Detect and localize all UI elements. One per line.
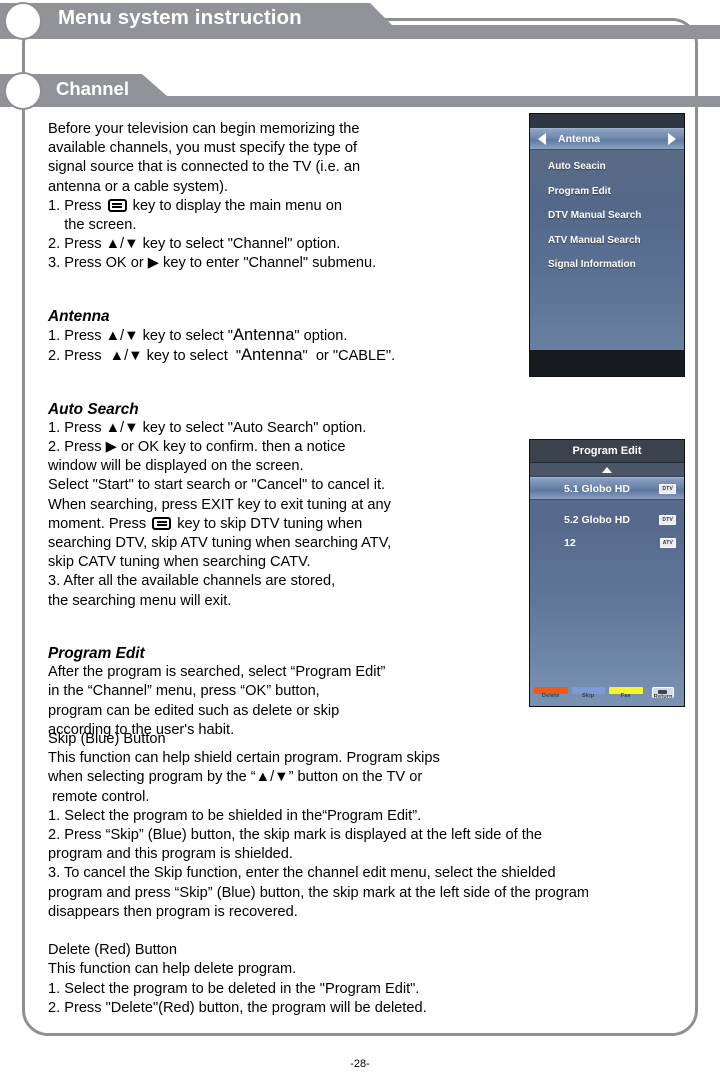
program-edit-paragraph: After the program is searched, select “P… [48, 664, 386, 738]
osd-antenna-menu: Antenna Auto Seacin Program Edit DTV Man… [529, 113, 685, 377]
up-arrow-icon [602, 466, 612, 473]
color-button-label: Fav [620, 693, 631, 699]
osd-program-edit: Program Edit 5.1 Globo HD DTV 5.2 Globo … [529, 439, 685, 707]
antenna-step-2a: 2. Press ▲/▼ key to select " [48, 348, 242, 365]
osd-channel-row[interactable]: 12 ATV [530, 531, 684, 554]
channel-type-badge: DTV [659, 514, 676, 525]
color-button-label: Return [653, 694, 673, 700]
color-button-label: Delete [541, 693, 560, 699]
menu-key-icon [107, 198, 127, 212]
auto-search-step-1: 1. Press ▲/▼ key to select "Auto Search"… [48, 419, 367, 436]
osd-item-dtv-manual-search[interactable]: DTV Manual Search [548, 209, 684, 234]
left-arrow-icon[interactable] [538, 133, 546, 145]
color-button-fav[interactable]: Fav [609, 687, 643, 703]
osd-item-signal-information[interactable]: Signal Information [548, 258, 684, 283]
antenna-step-2c: " or "CABLE". [302, 348, 396, 365]
step-1-prefix: 1. Press [48, 197, 106, 214]
osd-scroll-up-indicator[interactable] [530, 463, 684, 477]
channel-type-badge: DTV [659, 483, 676, 494]
section-title: Channel [56, 78, 129, 99]
spine-circle-top [4, 2, 42, 40]
antenna-step-1b: Antenna [232, 326, 295, 345]
row-spacer [530, 500, 684, 508]
page-title: Menu system instruction [58, 6, 302, 29]
channel-name: 5.2 Globo HD [564, 513, 630, 526]
intro-paragraph: Before your television can begin memoriz… [48, 121, 361, 195]
osd-item-atv-manual-search[interactable]: ATV Manual Search [548, 234, 684, 259]
color-button-return[interactable]: Return [647, 687, 681, 703]
osd-selected-row-antenna[interactable]: Antenna [530, 128, 684, 150]
osd-program-edit-title: Program Edit [530, 440, 684, 463]
page-number: -28- [350, 1058, 370, 1070]
color-button-skip[interactable]: Skip [571, 687, 605, 703]
auto-search-heading: Auto Search [48, 400, 139, 418]
osd-item-auto-scan[interactable]: Auto Seacin [548, 160, 684, 185]
antenna-step-2b: Antenna [241, 346, 303, 365]
step-3: 3. Press OK or ▶ key to enter "Channel" … [48, 255, 377, 272]
auto-search-step-3: 3. After all the available channels are … [48, 573, 336, 609]
channel-name: 12 [564, 536, 576, 549]
osd-menu-items: Auto Seacin Program Edit DTV Manual Sear… [530, 150, 684, 283]
instruction-text-column: Before your television can begin memoriz… [48, 120, 518, 740]
channel-name: 5.1 Globo HD [564, 482, 630, 495]
step-2: 2. Press ▲/▼ key to select "Channel" opt… [48, 236, 341, 253]
osd-top-strip [530, 114, 684, 128]
menu-key-icon-2 [152, 516, 172, 530]
color-button-delete[interactable]: Delete [534, 687, 568, 703]
osd-item-program-edit[interactable]: Program Edit [548, 185, 684, 210]
osd-channel-row-selected[interactable]: 5.1 Globo HD DTV [530, 477, 684, 500]
skip-delete-text-block: Skip (Blue) Button This function can hel… [48, 731, 590, 1016]
osd-color-button-bar: Delete Skip Fav Return [530, 684, 684, 706]
osd-selected-label: Antenna [558, 133, 600, 145]
color-button-label: Skip [582, 693, 595, 699]
osd-bottom-strip [530, 350, 684, 376]
antenna-step-1c: " option. [294, 328, 348, 345]
program-edit-heading: Program Edit [48, 645, 145, 663]
osd-channel-row[interactable]: 5.2 Globo HD DTV [530, 508, 684, 531]
channel-type-badge: ATV [659, 537, 676, 548]
right-arrow-icon[interactable] [668, 133, 676, 145]
antenna-step-1a: 1. Press ▲/▼ key to select " [48, 328, 233, 345]
spine-circle-bottom [4, 72, 42, 110]
antenna-heading: Antenna [48, 307, 110, 325]
